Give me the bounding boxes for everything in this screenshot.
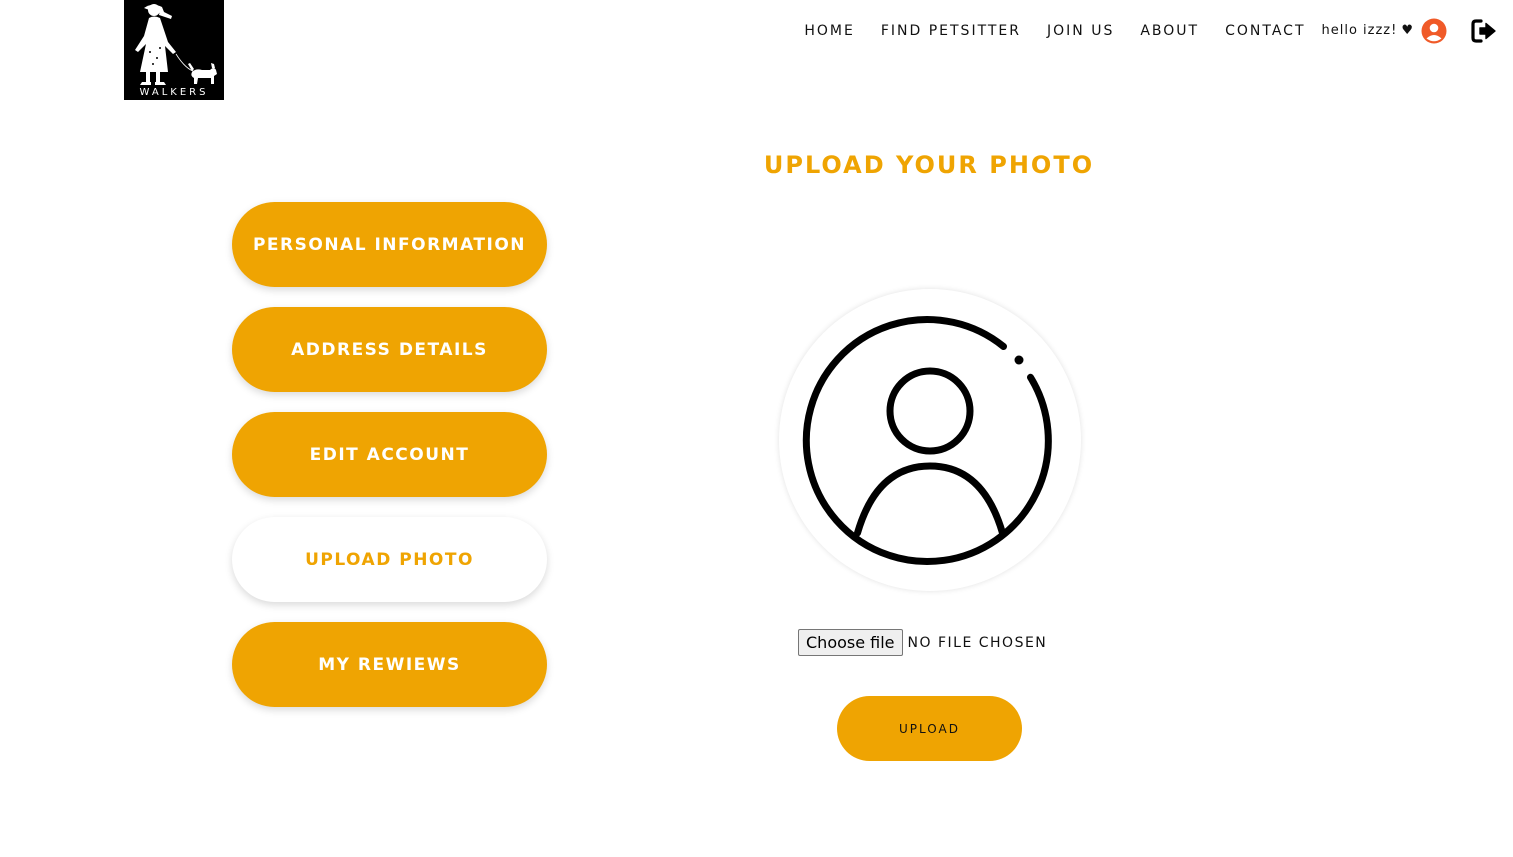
nav-join-us-link[interactable]: JOIN US	[1047, 20, 1114, 42]
walker-with-dog-logo-icon	[135, 4, 217, 85]
sidebar-address-details-button[interactable]: ADDRESS DETAILS	[232, 307, 547, 392]
choose-file-button[interactable]: Choose file	[798, 629, 903, 656]
nav-about-link[interactable]: ABOUT	[1140, 20, 1199, 42]
nav-find-petsitter-link[interactable]: FIND PETSITTER	[881, 20, 1021, 42]
top-nav: HOME FIND PETSITTER JOIN US ABOUT CONTAC…	[804, 18, 1497, 44]
file-input-row: Choose file NO FILE CHOSEN	[798, 629, 1047, 656]
walkers-logo[interactable]: WALKERS	[124, 0, 224, 100]
logo-text: WALKERS	[139, 87, 209, 98]
avatar-preview	[779, 289, 1081, 591]
nav-home-link[interactable]: HOME	[804, 20, 854, 42]
sidebar-upload-photo-button[interactable]: UPLOAD PHOTO	[232, 517, 547, 602]
sidebar-my-reviews-button[interactable]: MY REWIEWS	[232, 622, 547, 707]
heart-icon: ♥	[1401, 23, 1413, 38]
page-title: UPLOAD YOUR PHOTO	[763, 151, 1095, 179]
sidebar-edit-account-button[interactable]: EDIT ACCOUNT	[232, 412, 547, 497]
default-avatar-icon	[802, 316, 1052, 565]
sidebar-personal-information-button[interactable]: PERSONAL INFORMATION	[232, 202, 547, 287]
upload-button[interactable]: UPLOAD	[837, 696, 1022, 761]
user-greeting: hello izzz!	[1321, 23, 1398, 38]
sign-out-icon[interactable]	[1471, 18, 1497, 44]
file-status-text: NO FILE CHOSEN	[907, 634, 1048, 651]
nav-contact-link[interactable]: CONTACT	[1225, 20, 1305, 42]
user-circle-icon[interactable]	[1421, 18, 1447, 44]
